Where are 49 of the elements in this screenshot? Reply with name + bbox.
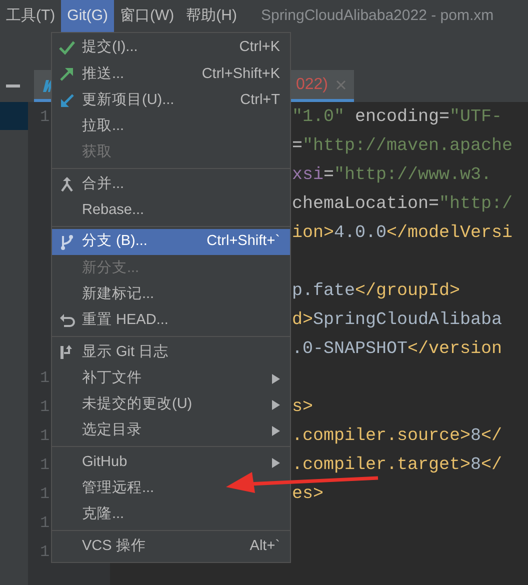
- code-line: ="http://maven.apache: [292, 135, 514, 158]
- close-icon[interactable]: [336, 80, 346, 90]
- window-title: SpringCloudAlibaba2022 - pom.xm: [260, 6, 494, 26]
- menu-item[interactable]: 推送... Ctrl+Shift+K: [52, 61, 290, 88]
- branch-icon: [59, 234, 75, 250]
- menu-item[interactable]: 克隆...: [52, 502, 290, 528]
- menu-item[interactable]: GitHub: [52, 449, 290, 476]
- menu-item[interactable]: Rebase...: [52, 198, 290, 224]
- shortcut-text: Alt+`: [250, 536, 280, 556]
- menu-item[interactable]: 分支 (B)... Ctrl+Shift+`: [52, 229, 290, 256]
- menu-item[interactable]: 工具(T): [0, 0, 62, 32]
- check-icon: [59, 41, 75, 56]
- code-line: p.fate</groupId>: [292, 280, 462, 303]
- menu-item[interactable]: 选定目录: [52, 418, 290, 444]
- log-icon: [59, 344, 75, 360]
- selected-tree-row[interactable]: [0, 102, 28, 130]
- menu-item[interactable]: Git(G): [61, 0, 114, 32]
- code-line: .0-SNAPSHOT</version: [292, 338, 504, 361]
- menu-item[interactable]: 提交(I)... Ctrl+K: [52, 35, 290, 62]
- menu-item[interactable]: 管理远程...: [52, 476, 290, 502]
- menu-item[interactable]: VCS 操作 Alt+`: [52, 533, 290, 560]
- shortcut-text: Ctrl+Shift+`: [206, 232, 280, 252]
- arrow-icon: [59, 66, 75, 82]
- menu-item[interactable]: 更新项目(U)... Ctrl+T: [52, 88, 290, 114]
- menu-item[interactable]: 帮助(H): [180, 0, 243, 32]
- code-line: .compiler.source>8</: [292, 425, 504, 448]
- code-line: d>SpringCloudAlibaba: [292, 309, 504, 332]
- arrow-icon: [59, 92, 75, 109]
- menu-item[interactable]: 显示 Git 日志: [52, 339, 290, 366]
- shortcut-text: Ctrl+Shift+K: [202, 64, 280, 84]
- menu-item[interactable]: 未提交的更改(U): [52, 392, 290, 418]
- shortcut-text: Ctrl+T: [240, 90, 280, 110]
- code-line: ion>4.0.0</modelVersi: [292, 222, 514, 245]
- undo-icon: [59, 313, 75, 330]
- shortcut-text: Ctrl+K: [239, 38, 280, 58]
- minimize-icon[interactable]: [6, 84, 20, 88]
- menu-item[interactable]: 重置 HEAD...: [52, 308, 290, 334]
- code-line: .compiler.target>8</: [292, 454, 504, 477]
- code-line: chemaLocation="http:/: [292, 193, 514, 216]
- menu-item[interactable]: 新建标记...: [52, 282, 290, 308]
- menu-item[interactable]: 窗口(W): [114, 0, 180, 32]
- menu-item[interactable]: 拉取...: [52, 114, 290, 140]
- code-line: es>: [292, 483, 325, 506]
- code-line: s>: [292, 396, 314, 419]
- menu-item[interactable]: 补丁文件: [52, 366, 290, 392]
- code-line: xsi="http://www.w3.: [292, 164, 493, 187]
- menu-item[interactable]: 合并...: [52, 171, 290, 198]
- merge-icon: [59, 176, 75, 193]
- code-line: "1.0" encoding="UTF-: [292, 106, 504, 129]
